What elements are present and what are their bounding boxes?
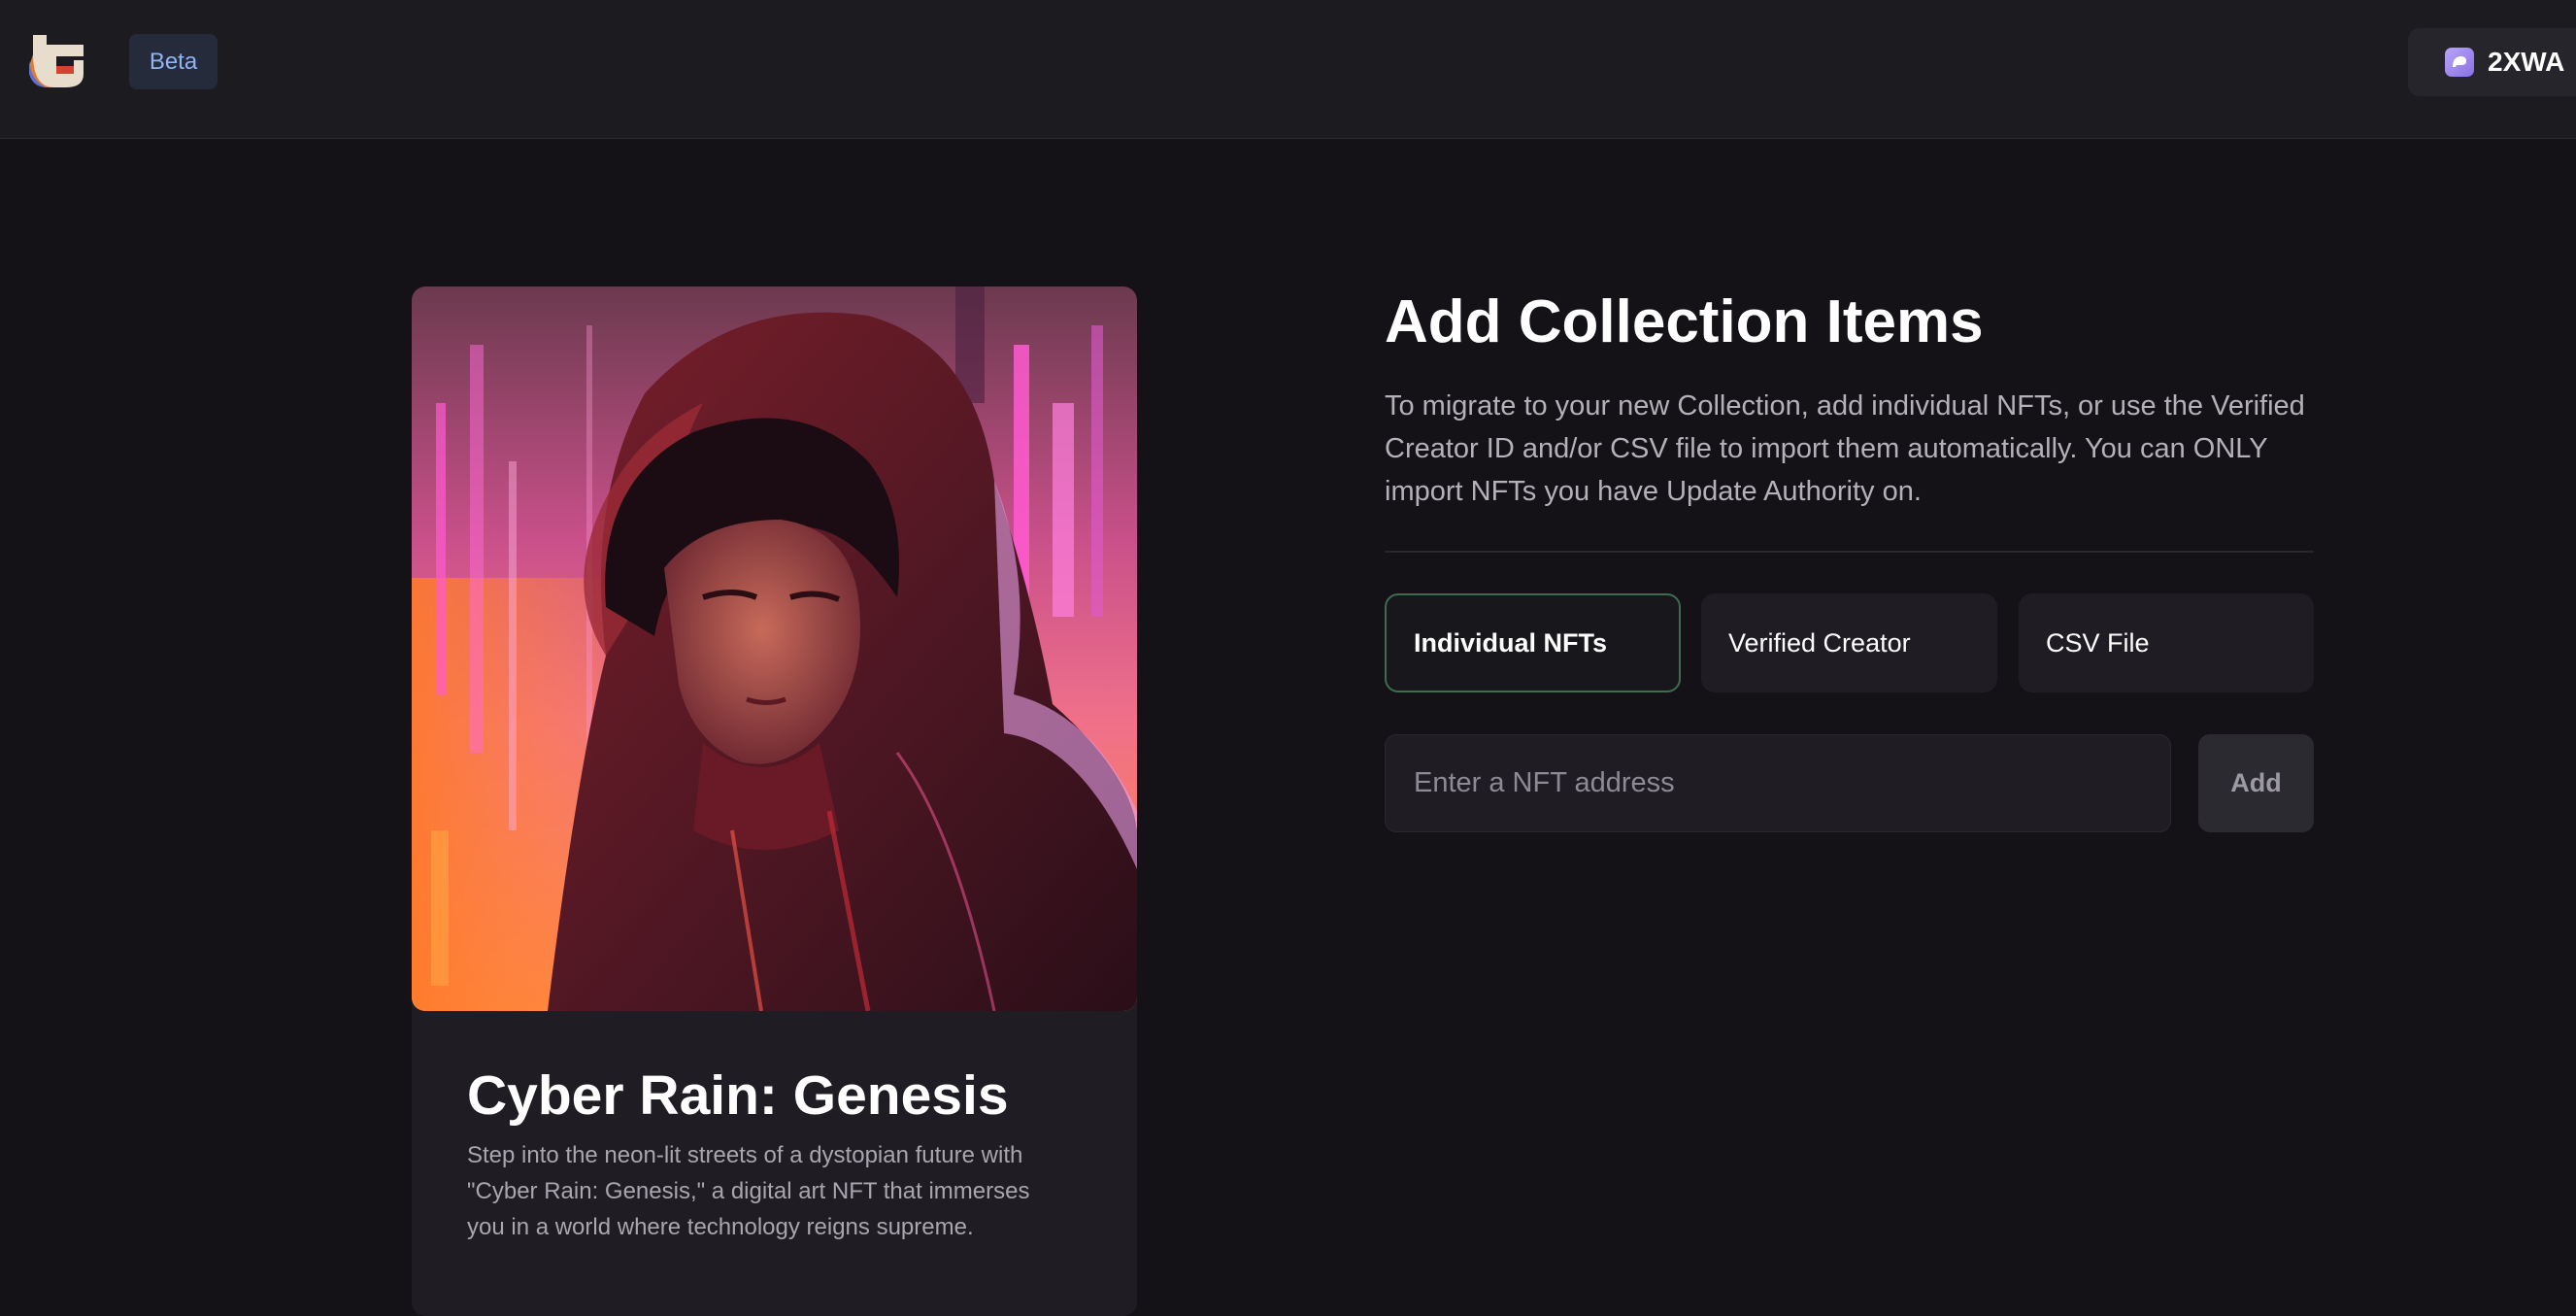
divider (1385, 551, 2314, 553)
add-button[interactable]: Add (2198, 734, 2314, 832)
tab-verified-creator[interactable]: Verified Creator (1701, 593, 1997, 692)
beta-badge: Beta (129, 34, 217, 89)
nft-title: Cyber Rain: Genesis (467, 1064, 1009, 1127)
tab-individual-nfts[interactable]: Individual NFTs (1385, 593, 1681, 692)
top-bar: Beta 2XWA (0, 0, 2576, 139)
wallet-button[interactable]: 2XWA (2408, 28, 2576, 96)
wallet-address-label: 2XWA (2488, 47, 2565, 77)
page-description: To migrate to your new Collection, add i… (1385, 390, 2305, 507)
tab-csv-file[interactable]: CSV File (2019, 593, 2314, 692)
nft-address-input[interactable] (1385, 734, 2171, 832)
nft-artwork (412, 287, 1137, 1011)
wallet-icon (2445, 48, 2474, 77)
app-logo-icon[interactable] (27, 31, 89, 91)
nft-description: Step into the neon-lit streets of a dyst… (467, 1142, 1030, 1240)
page-title: Add Collection Items (1385, 288, 1984, 355)
nft-preview-card: Cyber Rain: Genesis Step into the neon-l… (412, 287, 1137, 1316)
